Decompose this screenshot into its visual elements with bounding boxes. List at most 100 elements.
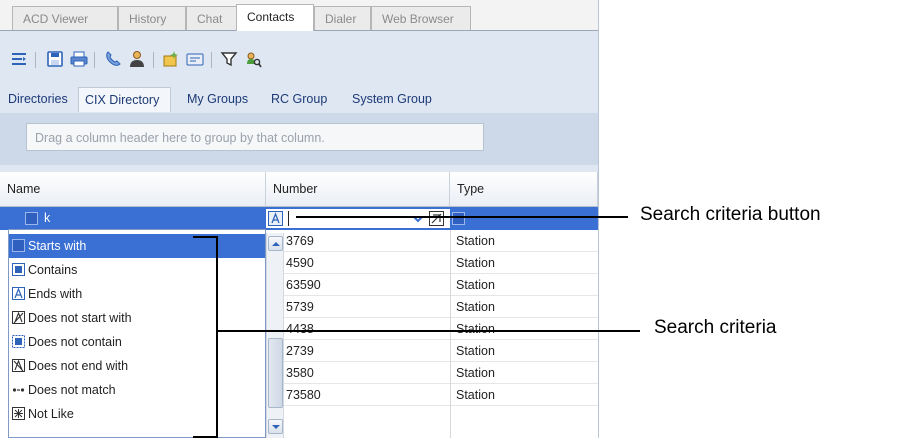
tab-dialer[interactable]: Dialer [314, 6, 371, 30]
criteria-label: Does not match [28, 383, 116, 397]
contacts-window: ACD Viewer History Chat Contacts Dialer … [0, 0, 599, 438]
group-by-drop-area[interactable]: Drag a column header here to group by th… [26, 123, 484, 151]
criteria-label: Ends with [28, 287, 83, 301]
type-filter-operator-icon[interactable] [452, 212, 465, 225]
chevron-down-icon[interactable] [412, 213, 424, 225]
chevron-up-icon [272, 242, 280, 246]
criteria-not-like[interactable]: Not Like [9, 402, 265, 426]
search-criteria-callout-line [216, 330, 640, 332]
criteria-does-not-contain[interactable]: Does not contain [9, 330, 265, 354]
clear-filter-icon[interactable] [429, 211, 444, 226]
tab-system-group[interactable]: System Group [346, 87, 438, 112]
number-cell: 73580 [286, 388, 321, 402]
name-filter-value[interactable]: k [44, 207, 50, 230]
type-cell: Station [456, 344, 495, 358]
type-cell: Station [456, 256, 495, 270]
tab-chat[interactable]: Chat [186, 6, 237, 30]
number-cell: 2739 [286, 344, 314, 358]
text-cursor [288, 211, 289, 226]
type-cell: Station [456, 278, 495, 292]
new-contact-icon[interactable] [162, 50, 180, 68]
name-filter-operator-icon[interactable] [25, 212, 38, 225]
does-not-match-icon [12, 388, 25, 392]
main-tab-bar: ACD Viewer History Chat Contacts Dialer … [0, 0, 598, 31]
tab-cix-directory[interactable]: CIX Directory [78, 87, 171, 112]
criteria-does-not-end-with[interactable]: Does not end with [9, 354, 265, 378]
search-criteria-button[interactable] [268, 211, 283, 226]
collapse-icon[interactable] [10, 50, 28, 68]
criteria-label: Does not end with [28, 359, 129, 373]
starts-with-icon [12, 239, 25, 252]
search-criteria-button-caption: Search criteria button [640, 204, 821, 225]
criteria-label: Does not contain [28, 335, 122, 349]
toolbar-separator [35, 52, 36, 68]
number-cell: 63590 [286, 278, 321, 292]
save-icon[interactable] [46, 50, 64, 68]
criteria-ends-with[interactable]: Ends with [9, 282, 265, 306]
table-row[interactable]: 4590 Station [266, 252, 598, 274]
does-not-contain-icon [12, 335, 25, 348]
table-row[interactable]: 3580 Station [266, 362, 598, 384]
criteria-label: Does not start with [28, 311, 132, 325]
number-cell: 5739 [286, 300, 314, 314]
number-cell: 3580 [286, 366, 314, 380]
filter-row: k [0, 207, 598, 230]
table-row[interactable]: 4438 Station [266, 318, 598, 340]
criteria-label: Starts with [28, 239, 87, 253]
criteria-starts-with[interactable]: Starts with [9, 234, 265, 258]
phone-icon[interactable] [104, 50, 122, 68]
number-cell: 3769 [286, 234, 314, 248]
column-header-number[interactable]: Number [266, 172, 450, 207]
table-row[interactable]: 2739 Station [266, 340, 598, 362]
not-like-icon [12, 407, 25, 420]
tab-web-browser[interactable]: Web Browser [371, 6, 471, 30]
criteria-label: Not Like [28, 407, 74, 421]
tab-directories[interactable]: Directories [2, 87, 74, 112]
table-row[interactable]: 5739 Station [266, 296, 598, 318]
criteria-scrollbar[interactable] [266, 233, 284, 438]
filter-icon[interactable] [220, 50, 238, 68]
search-criteria-callout-vertical [216, 236, 218, 438]
scroll-thumb[interactable] [268, 338, 283, 408]
contains-icon [12, 263, 25, 276]
scroll-up-button[interactable] [268, 236, 283, 251]
type-cell: Station [456, 322, 495, 336]
tab-history[interactable]: History [118, 6, 186, 30]
tab-contacts[interactable]: Contacts [236, 4, 314, 31]
criteria-does-not-match[interactable]: Does not match [9, 378, 265, 402]
search-criteria-button-callout-line [296, 216, 628, 218]
type-cell: Station [456, 366, 495, 380]
number-filter-cell[interactable] [266, 209, 450, 228]
tab-my-groups[interactable]: My Groups [181, 87, 254, 112]
card-icon[interactable] [186, 50, 204, 68]
chevron-down-icon [272, 425, 280, 429]
print-icon[interactable] [70, 50, 88, 68]
tab-acd-viewer[interactable]: ACD Viewer [12, 6, 118, 30]
scroll-down-button[interactable] [268, 419, 283, 434]
type-cell: Station [456, 388, 495, 402]
type-cell: Station [456, 300, 495, 314]
search-criteria-callout-top [193, 236, 218, 238]
number-cell: 4590 [286, 256, 314, 270]
table-row[interactable]: 3769 Station [266, 230, 598, 252]
toolbar-separator [153, 52, 154, 68]
group-by-panel: Drag a column header here to group by th… [0, 113, 598, 165]
table-row[interactable]: 63590 Station [266, 274, 598, 296]
column-header-type[interactable]: Type [450, 172, 598, 207]
contacts-toolbar [0, 41, 598, 75]
search-criteria-dropdown: Starts with Contains Ends with Does not … [8, 229, 266, 438]
search-person-icon[interactable] [244, 50, 262, 68]
column-divider [450, 230, 451, 438]
table-row[interactable]: 73580 Station [266, 384, 598, 406]
column-header-name[interactable]: Name [0, 172, 266, 207]
tab-rc-group[interactable]: RC Group [265, 87, 333, 112]
ends-with-icon [12, 287, 25, 300]
number-cell: 4438 [286, 322, 314, 336]
criteria-does-not-start-with[interactable]: Does not start with [9, 306, 265, 330]
type-cell: Station [456, 234, 495, 248]
does-not-end-with-icon [12, 359, 25, 372]
person-icon[interactable] [128, 50, 146, 68]
criteria-contains[interactable]: Contains [9, 258, 265, 282]
directory-tab-strip: Directories CIX Directory My Groups RC G… [0, 83, 598, 113]
search-criteria-caption: Search criteria [654, 317, 777, 338]
